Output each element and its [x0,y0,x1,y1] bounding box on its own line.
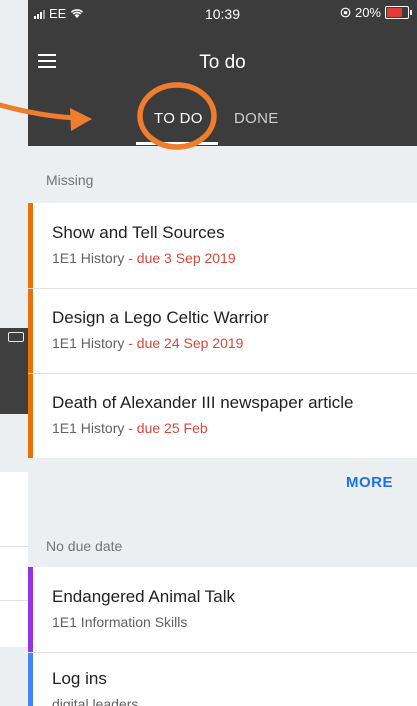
status-bar: EE 10:39 20% [28,0,417,28]
assignment-meta: 1E1 History - due 25 Feb [52,420,208,436]
assignment-title: Death of Alexander III newspaper article [52,393,354,412]
class-color-stripe [28,653,33,706]
tab-selected-indicator [136,142,218,145]
section-label-no-due-date: No due date [46,538,123,554]
assignment-class: 1E1 Information Skills [52,614,188,630]
assignment-meta: 1E1 History - due 3 Sep 2019 [52,250,236,266]
status-right: 20% [340,5,412,20]
class-color-stripe [28,567,33,652]
list-item[interactable]: Show and Tell Sources 1E1 History - due … [28,203,417,288]
phone-screen: EE 10:39 20% To do TO DO DONE Missing Sh… [28,0,417,706]
list-item[interactable]: Design a Lego Celtic Warrior 1E1 History… [28,289,417,373]
tab-bar: TO DO DONE [28,104,417,146]
background-card-fragment [0,472,28,647]
background-screenshot-fragment [0,328,28,414]
assignment-meta: 1E1 History - due 24 Sep 2019 [52,335,244,351]
page-title: To do [199,52,246,73]
status-stripe [28,374,33,458]
orientation-lock-icon [340,7,351,18]
list-item[interactable]: Death of Alexander III newspaper article… [28,374,417,458]
battery-percent: 20% [354,5,381,20]
more-button[interactable]: MORE [346,474,393,491]
list-item[interactable]: Log ins digital leaders [28,653,417,706]
tab-to-do[interactable]: TO DO [154,110,203,127]
assignment-title: Endangered Animal Talk [52,587,236,606]
section-label-missing: Missing [46,172,94,188]
battery-icon [8,332,24,342]
app-bar: To do TO DO DONE [28,28,417,146]
assignment-class: digital leaders [52,696,139,706]
list-item[interactable]: Endangered Animal Talk 1E1 Information S… [28,567,417,652]
assignment-title: Design a Lego Celtic Warrior [52,308,269,327]
missing-card: Show and Tell Sources 1E1 History - due … [28,203,417,458]
status-stripe [28,203,33,288]
status-stripe [28,289,33,373]
tab-done[interactable]: DONE [234,110,279,127]
battery-icon [385,6,412,19]
assignment-title: Log ins [52,669,107,688]
no-due-date-card: Endangered Animal Talk 1E1 Information S… [28,567,417,706]
assignment-title: Show and Tell Sources [52,223,225,242]
